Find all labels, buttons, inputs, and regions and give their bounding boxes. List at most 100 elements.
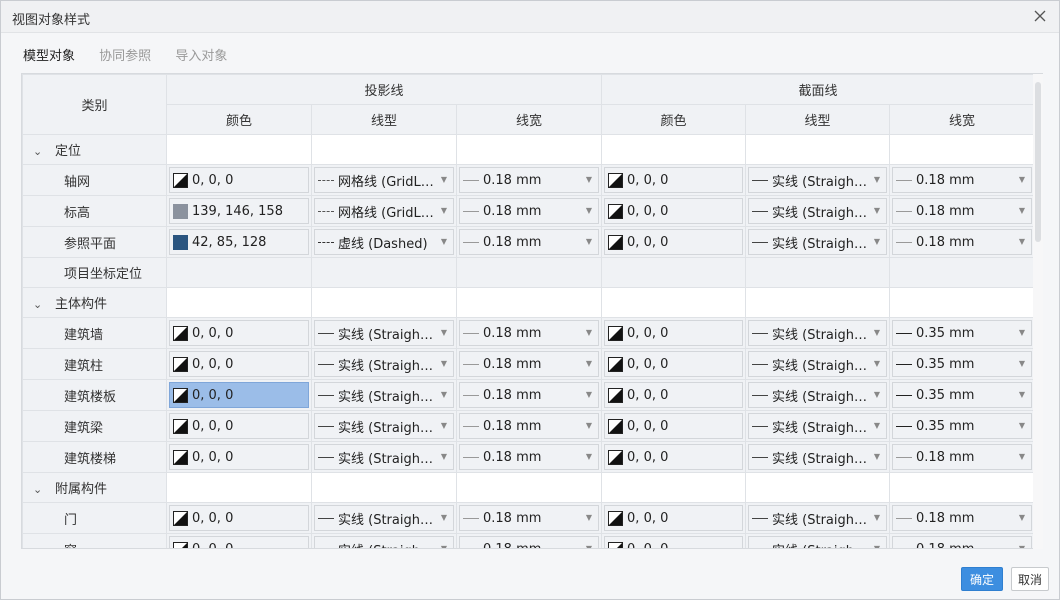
table-row[interactable]: 建筑墙 0, 0, 0 实线 (StraightLine) ▼ 0.18 mm ▼ 0, 0…	[22, 317, 1036, 349]
cut-color-field[interactable]: 0, 0, 0	[604, 167, 744, 193]
cut-linetype-cell[interactable]: 实线 (StraightLine)▼	[745, 441, 891, 473]
cut-color-cell[interactable]: 0, 0, 0	[601, 410, 747, 442]
proj-color-field[interactable]: 0, 0, 0	[169, 536, 309, 548]
cut-linetype-cell[interactable]: 实线 (StraightLine)▼	[745, 195, 891, 227]
cut-linetype-cell[interactable]: 实线 (StraightLine)▼	[745, 533, 891, 548]
chevron-down-icon[interactable]: ▼	[1019, 513, 1025, 522]
proj-lineweight-cell[interactable]: 0.18 mm ▼	[455, 502, 603, 534]
chevron-down-icon[interactable]: ▼	[874, 452, 880, 461]
category-name[interactable]: 轴网	[22, 164, 167, 196]
cancel-button[interactable]: 取消	[1011, 567, 1049, 591]
category-name[interactable]: 建筑楼梯	[22, 441, 167, 473]
cut-lineweight-cell[interactable]: 0.35 mm ▼	[889, 317, 1036, 349]
proj-color-cell[interactable]: 0, 0, 0	[166, 348, 312, 380]
cut-linetype-select[interactable]: 实线 (StraightLine)▼	[748, 167, 888, 193]
chevron-down-icon[interactable]: ▼	[1019, 390, 1025, 399]
tab-imported-objects[interactable]: 导入对象	[175, 45, 227, 64]
category-name[interactable]: 建筑梁	[22, 410, 167, 442]
cut-lineweight-cell[interactable]: 0.18 mm ▼	[889, 441, 1036, 473]
table-row[interactable]: 参照平面 42, 85, 128 虚线 (Dashed) ▼ 0.18 mm ▼ 0, 0,…	[22, 226, 1036, 258]
cut-linetype-select[interactable]: 实线 (StraightLine)▼	[748, 536, 888, 548]
proj-color-field[interactable]: 139, 146, 158	[169, 198, 309, 224]
chevron-down-icon[interactable]: ▼	[441, 513, 447, 522]
cut-lineweight-cell[interactable]: 0.18 mm ▼	[889, 533, 1036, 548]
cut-color-cell[interactable]: 0, 0, 0	[601, 226, 747, 258]
cut-linetype-cell[interactable]: 实线 (StraightLine)▼	[745, 410, 891, 442]
cut-lineweight-select[interactable]: 0.18 mm ▼	[892, 229, 1033, 255]
table-row[interactable]: 门 0, 0, 0 实线 (StraightLine) ▼ 0.18 mm ▼ 0, 0, …	[22, 502, 1036, 534]
chevron-down-icon[interactable]: ▼	[441, 452, 447, 461]
cut-linetype-cell[interactable]: 实线 (StraightLine)▼	[745, 164, 891, 196]
proj-lineweight-cell[interactable]: 0.18 mm ▼	[455, 317, 603, 349]
proj-linetype-select[interactable]: 网格线 (GridLine) ▼	[314, 198, 454, 224]
cut-lineweight-select[interactable]: 0.35 mm ▼	[892, 351, 1033, 377]
category-name[interactable]: 项目坐标定位	[22, 257, 167, 288]
proj-lineweight-cell[interactable]: 0.18 mm ▼	[455, 164, 603, 196]
close-icon[interactable]	[1031, 7, 1049, 25]
cut-color-cell[interactable]: 0, 0, 0	[601, 195, 747, 227]
proj-lineweight-select[interactable]: 0.18 mm ▼	[459, 382, 600, 408]
proj-linetype-select[interactable]: 实线 (StraightLine)▼	[314, 536, 454, 548]
cut-linetype-select[interactable]: 实线 (StraightLine)▼	[748, 198, 888, 224]
proj-lineweight-select[interactable]: 0.18 mm ▼	[459, 444, 600, 470]
proj-lineweight-select[interactable]: 0.18 mm ▼	[459, 536, 600, 548]
chevron-down-icon[interactable]: ▼	[586, 421, 592, 430]
proj-color-field[interactable]: 0, 0, 0	[169, 382, 309, 408]
cut-lineweight-cell[interactable]: 0.35 mm ▼	[889, 348, 1036, 380]
proj-linetype-cell[interactable]: 虚线 (Dashed) ▼	[311, 226, 457, 258]
cut-lineweight-select[interactable]: 0.35 mm ▼	[892, 413, 1033, 439]
chevron-down-icon[interactable]: ▼	[586, 175, 592, 184]
proj-color-field[interactable]: 0, 0, 0	[169, 320, 309, 346]
proj-linetype-select[interactable]: 网格线 (GridLine) ▼	[314, 167, 454, 193]
group-row[interactable]: ⌄ 主体构件	[22, 287, 1036, 318]
proj-linetype-cell[interactable]: 实线 (StraightLine)▼	[311, 441, 457, 473]
chevron-down-icon[interactable]: ▼	[874, 544, 880, 548]
chevron-down-icon[interactable]: ▼	[586, 390, 592, 399]
proj-color-cell[interactable]: 0, 0, 0	[166, 410, 312, 442]
tab-model-objects[interactable]: 模型对象	[23, 45, 75, 64]
proj-linetype-select[interactable]: 实线 (StraightLine)▼	[314, 382, 454, 408]
cut-color-cell[interactable]: 0, 0, 0	[601, 164, 747, 196]
table-row[interactable]: 项目坐标定位	[22, 257, 1036, 288]
chevron-down-icon[interactable]: ▼	[874, 421, 880, 430]
category-name[interactable]: 建筑柱	[22, 348, 167, 380]
proj-linetype-cell[interactable]: 实线 (StraightLine)▼	[311, 410, 457, 442]
cut-color-cell[interactable]: 0, 0, 0	[601, 533, 747, 548]
proj-linetype-select[interactable]: 实线 (StraightLine)▼	[314, 413, 454, 439]
proj-linetype-select[interactable]: 实线 (StraightLine)▼	[314, 320, 454, 346]
proj-color-cell[interactable]: 139, 146, 158	[166, 195, 312, 227]
proj-lineweight-cell[interactable]: 0.18 mm ▼	[455, 441, 603, 473]
cut-color-field[interactable]: 0, 0, 0	[604, 536, 744, 548]
chevron-down-icon[interactable]: ▼	[1019, 328, 1025, 337]
proj-color-cell[interactable]: 0, 0, 0	[166, 441, 312, 473]
cut-color-field[interactable]: 0, 0, 0	[604, 444, 744, 470]
table-row[interactable]: 建筑楼板 0, 0, 0 实线 (StraightLine) ▼ 0.18 mm ▼ 0, …	[22, 379, 1036, 411]
chevron-down-icon[interactable]: ▼	[586, 237, 592, 246]
proj-lineweight-select[interactable]: 0.18 mm ▼	[459, 413, 600, 439]
table-row[interactable]: 建筑楼梯 0, 0, 0 实线 (StraightLine) ▼ 0.18 mm ▼ 0, …	[22, 441, 1036, 473]
cut-lineweight-select[interactable]: 0.18 mm ▼	[892, 167, 1033, 193]
group-row[interactable]: ⌄ 定位	[22, 134, 1036, 165]
cut-lineweight-select[interactable]: 0.35 mm ▼	[892, 382, 1033, 408]
cut-linetype-cell[interactable]: 实线 (StraightLine)▼	[745, 379, 891, 411]
cut-lineweight-select[interactable]: 0.35 mm ▼	[892, 320, 1033, 346]
cut-linetype-select[interactable]: 实线 (StraightLine)▼	[748, 320, 888, 346]
proj-color-cell[interactable]: 0, 0, 0	[166, 502, 312, 534]
cut-linetype-select[interactable]: 实线 (StraightLine)▼	[748, 229, 888, 255]
chevron-down-icon[interactable]: ▼	[874, 513, 880, 522]
chevron-down-icon[interactable]: ▼	[586, 206, 592, 215]
cut-color-field[interactable]: 0, 0, 0	[604, 198, 744, 224]
group-label-cell[interactable]: ⌄ 主体构件	[22, 287, 167, 318]
proj-lineweight-cell[interactable]: 0.18 mm ▼	[455, 533, 603, 548]
proj-linetype-cell[interactable]: 网格线 (GridLine) ▼	[311, 164, 457, 196]
cut-lineweight-cell[interactable]: 0.18 mm ▼	[889, 502, 1036, 534]
chevron-down-icon[interactable]: ▼	[1019, 175, 1025, 184]
cut-lineweight-select[interactable]: 0.18 mm ▼	[892, 444, 1033, 470]
chevron-down-icon[interactable]: ▼	[1019, 237, 1025, 246]
chevron-down-icon[interactable]: ▼	[441, 421, 447, 430]
chevron-down-icon[interactable]: ▼	[441, 544, 447, 548]
category-name[interactable]: 标高	[22, 195, 167, 227]
chevron-down-icon[interactable]: ▼	[586, 359, 592, 368]
cut-linetype-select[interactable]: 实线 (StraightLine)▼	[748, 413, 888, 439]
proj-lineweight-select[interactable]: 0.18 mm ▼	[459, 320, 600, 346]
